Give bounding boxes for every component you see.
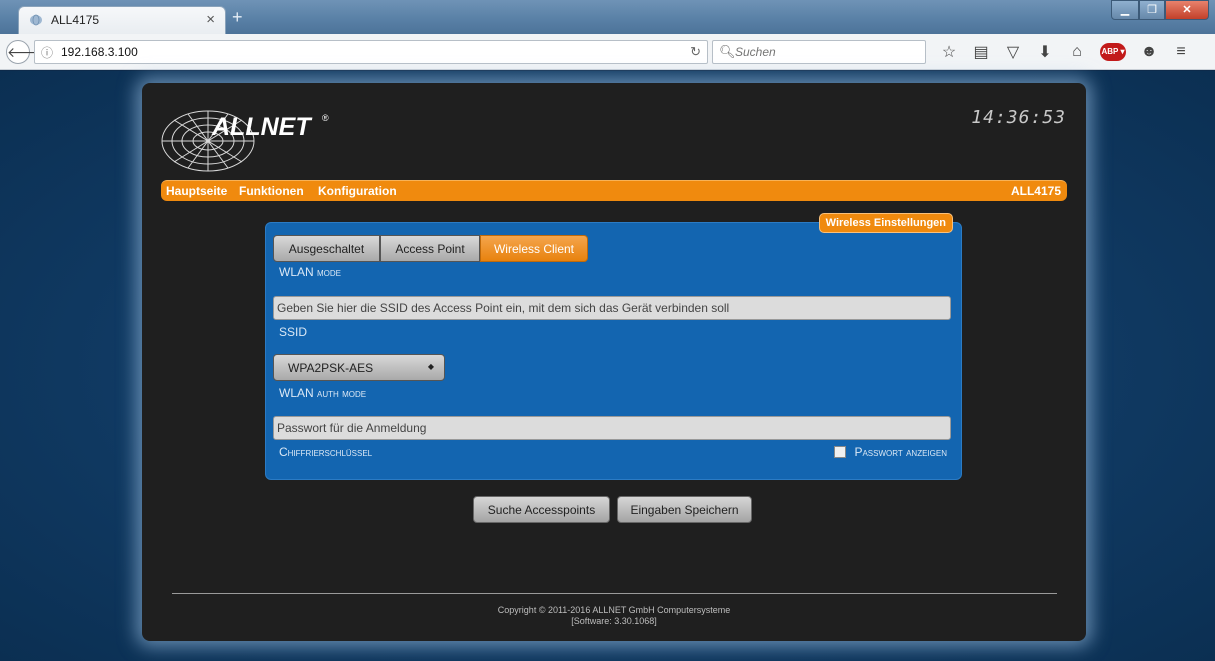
mode-wireless-client-button[interactable]: Wireless Client [480, 235, 588, 262]
auth-mode-value: WPA2PSK-AES [288, 361, 374, 375]
ssid-label: SSID [279, 325, 308, 339]
search-input[interactable] [735, 44, 915, 60]
window-controls: ▁ ❐ ✕ [1111, 0, 1209, 20]
registered-mark: ® [322, 113, 329, 123]
globe-icon [30, 14, 42, 26]
allnet-logo: ALLNET ® [161, 110, 329, 172]
select-arrows-icon: ◆ [427, 362, 434, 371]
minimize-button[interactable]: ▁ [1111, 0, 1139, 20]
bookmark-star-icon[interactable]: ☆ [940, 42, 958, 62]
browser-tab[interactable]: ALL4175 × [18, 6, 226, 34]
browser-title-bar: ALL4175 × + ▁ ❐ ✕ [0, 0, 1215, 34]
clock-display: 14:36:53 [971, 107, 1066, 128]
show-password-checkbox[interactable] [834, 446, 847, 458]
info-icon[interactable]: ⓘ [41, 44, 53, 61]
browser-nav-bar: 🡐 ⓘ 192.168.3.100 ↻ 🔍︎ ☆ ▤ ▽ ⬇ ⌂ ABP ▾ ☻… [0, 34, 1215, 70]
copyright-text: Copyright © 2011-2016 ALLNET GmbH Comput… [497, 605, 731, 615]
wireless-settings-panel: Wireless Einstellungen Ausgeschaltet Acc… [265, 213, 962, 480]
maximize-button[interactable]: ❐ [1139, 0, 1165, 20]
page-viewport: ALLNET ® 14:36:53 Hauptseite Funktionen … [0, 71, 1215, 661]
adblock-icon[interactable]: ABP ▾ [1100, 43, 1126, 61]
new-tab-button[interactable]: + [232, 7, 243, 28]
search-box[interactable]: 🔍︎ [712, 40, 926, 64]
toolbar-icons: ☆ ▤ ▽ ⬇ ⌂ ABP ▾ ☻ ≡ [940, 42, 1190, 62]
panel-title: Wireless Einstellungen [818, 213, 953, 233]
software-version: [Software: 3.30.1068] [571, 616, 657, 626]
auth-mode-select[interactable]: WPA2PSK-AES ◆ [273, 354, 445, 381]
show-password-label: Passwort anzeigen [854, 445, 947, 459]
search-icon: 🔍︎ [719, 44, 736, 59]
hamburger-menu-icon[interactable]: ≡ [1172, 43, 1190, 61]
download-icon[interactable]: ⬇ [1036, 42, 1054, 62]
mode-access-point-button[interactable]: Access Point [380, 235, 480, 262]
search-accesspoints-button[interactable]: Suche Accesspoints [473, 496, 610, 523]
url-bar[interactable]: ⓘ 192.168.3.100 ↻ [34, 40, 708, 64]
cipher-key-label: Chiffrierschlüssel [279, 445, 373, 459]
device-model: ALL4175 [1010, 184, 1061, 198]
menu-item-konfiguration[interactable]: Konfiguration [318, 184, 397, 198]
close-window-button[interactable]: ✕ [1165, 0, 1209, 20]
tab-title: ALL4175 [51, 13, 100, 27]
back-button[interactable]: 🡐 [6, 40, 45, 64]
footer-divider [172, 593, 1057, 594]
main-menu-bar: Hauptseite Funktionen Konfiguration ALL4… [161, 180, 1067, 201]
save-button[interactable]: Eingaben Speichern [617, 496, 752, 523]
wlan-mode-label: WLAN mode [279, 265, 342, 279]
password-input[interactable] [273, 416, 951, 440]
smiley-icon[interactable]: ☻ [1140, 43, 1158, 61]
menu-item-funktionen[interactable]: Funktionen [239, 184, 304, 198]
auth-mode-label: WLAN auth mode [279, 386, 367, 400]
pocket-icon[interactable]: ▽ [1004, 42, 1022, 62]
brand-name: ALLNET [211, 113, 313, 141]
home-icon[interactable]: ⌂ [1068, 43, 1086, 61]
tab-close-icon[interactable]: × [206, 11, 215, 28]
footer: Copyright © 2011-2016 ALLNET GmbH Comput… [142, 605, 1086, 627]
url-text[interactable]: 192.168.3.100 [61, 45, 138, 59]
router-panel: ALLNET ® 14:36:53 Hauptseite Funktionen … [142, 83, 1086, 641]
bookmarks-list-icon[interactable]: ▤ [972, 42, 990, 62]
ssid-input[interactable] [273, 296, 951, 320]
show-password-toggle[interactable]: Passwort anzeigen [834, 445, 947, 459]
wlan-mode-selector: Ausgeschaltet Access Point Wireless Clie… [273, 235, 588, 262]
menu-item-hauptseite[interactable]: Hauptseite [166, 184, 227, 198]
reload-icon[interactable]: ↻ [690, 44, 701, 60]
mode-off-button[interactable]: Ausgeschaltet [273, 235, 380, 262]
